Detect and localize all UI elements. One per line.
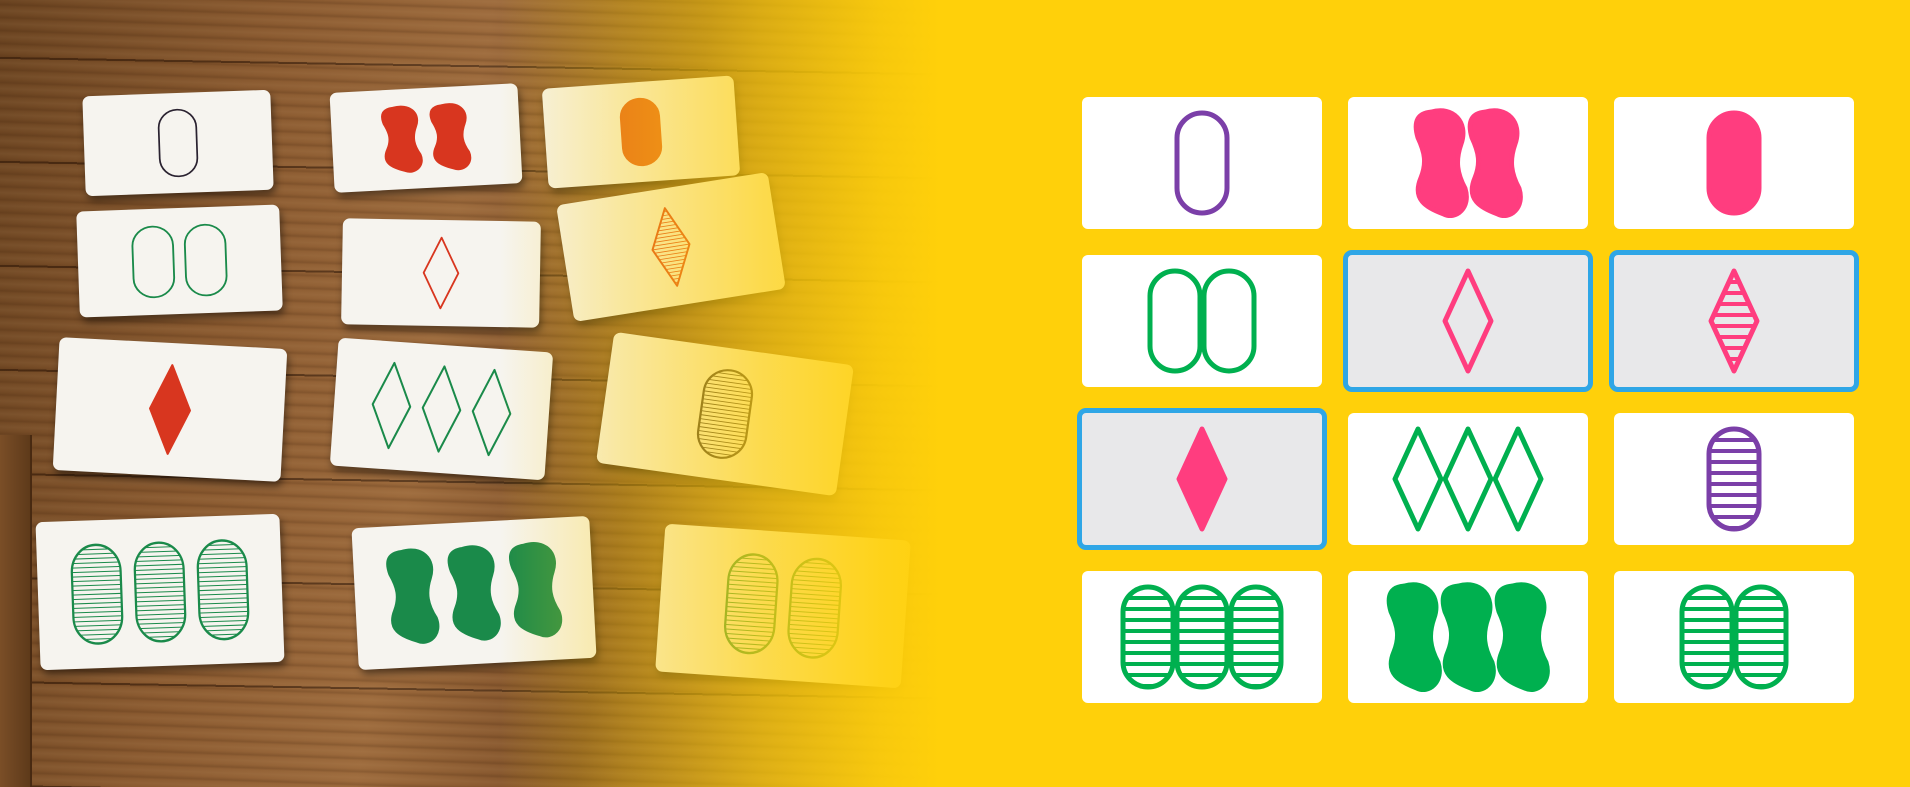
oval-symbol [70,543,124,645]
squiggle-symbol [1386,582,1442,692]
squiggle-symbol [381,105,423,173]
photo-card-10 [35,513,285,671]
diamond-symbol [471,368,512,457]
diamond-symbol [1442,268,1494,374]
oval-symbol [1174,584,1230,690]
oval-symbol [131,225,176,299]
diamond-symbol [1442,426,1494,532]
set-card-8[interactable] [1348,413,1588,545]
squiggle-symbol [1494,582,1550,692]
set-card-4[interactable] [1082,255,1322,387]
squiggle-symbol [429,103,472,171]
oval-symbol [1147,268,1203,374]
diamond-symbol [421,365,462,453]
photo-card-9 [595,331,855,497]
set-card-11[interactable] [1348,571,1588,703]
oval-symbol [1120,584,1176,690]
diamond-symbol [422,236,460,310]
oval-symbol [694,367,756,461]
digital-set-board [1077,97,1859,705]
floorboard-seam [0,435,32,787]
diamond-symbol [1176,426,1228,532]
oval-symbol [619,97,663,167]
diamond-symbol [1492,426,1544,532]
oval-symbol [1706,426,1762,532]
photo-card-12 [655,523,911,689]
squiggle-symbol [508,542,563,638]
squiggle-symbol [1467,108,1523,218]
oval-symbol [196,539,250,641]
oval-symbol [1228,584,1284,690]
photo-of-physical-set-cards [0,0,960,787]
oval-symbol [133,541,187,643]
oval-symbol [183,223,228,297]
oval-symbol [1706,110,1762,216]
oval-symbol [1174,110,1230,216]
oval-symbol [786,557,843,660]
oval-symbol [1201,268,1257,374]
photo-card-8 [329,337,554,481]
photo-card-5 [341,218,541,328]
oval-symbol [723,552,780,655]
diamond-symbol [1708,268,1760,374]
photo-card-3 [541,75,741,189]
squiggle-symbol [447,545,501,641]
oval-symbol [1679,584,1735,690]
photo-card-2 [329,83,523,193]
squiggle-symbol [1440,582,1496,692]
set-card-2[interactable] [1348,97,1588,229]
set-card-10[interactable] [1082,571,1322,703]
squiggle-symbol [1413,108,1469,218]
set-card-6-selected[interactable] [1609,250,1859,392]
set-card-5-selected[interactable] [1343,250,1593,392]
set-card-12[interactable] [1614,571,1854,703]
photo-card-4 [76,204,283,318]
set-card-3[interactable] [1614,97,1854,229]
photo-card-7 [52,337,288,482]
squiggle-symbol [386,548,440,644]
photo-card-1 [82,89,274,197]
oval-symbol [157,108,199,178]
diamond-symbol [1392,426,1444,532]
diamond-symbol [371,361,412,450]
set-card-7-selected[interactable] [1077,408,1327,550]
set-card-1[interactable] [1082,97,1322,229]
diamond-symbol [149,364,191,455]
photo-card-6 [556,171,786,323]
oval-symbol [1733,584,1789,690]
set-card-9[interactable] [1614,413,1854,545]
diamond-symbol [646,205,696,289]
photo-card-11 [351,515,597,671]
